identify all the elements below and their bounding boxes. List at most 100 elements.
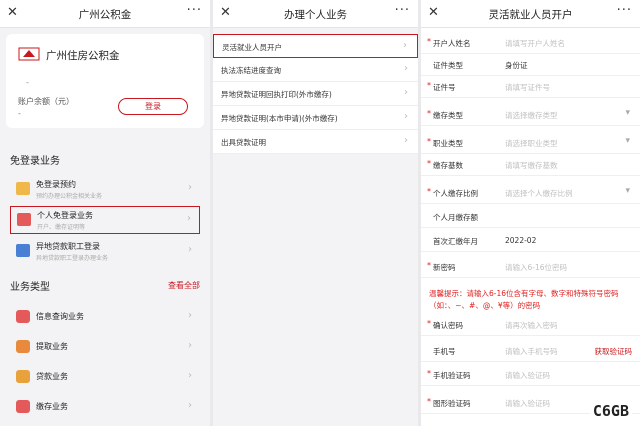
form-row[interactable]: * 缴存基数 请填写缴存基数 (421, 154, 640, 176)
free-item-offsite-login[interactable]: 异地贷款职工登录 异地贷款职工登录办理业务 › (10, 238, 200, 266)
required-mark: * (427, 187, 431, 196)
account-balance-label: 账户余额（元） (18, 97, 74, 106)
more-icon[interactable]: ··· (395, 3, 410, 18)
chevron-right-icon: › (403, 40, 407, 51)
brand-name: 广州住房公积金 (46, 50, 120, 62)
form-label: 职业类型 (433, 139, 463, 148)
form-input[interactable]: 请输入验证码 (505, 398, 550, 409)
type-item-label: 提取业务 (36, 342, 68, 351)
chevron-right-icon: › (187, 213, 191, 224)
chevron-right-icon: › (188, 340, 192, 351)
chevron-right-icon: › (404, 135, 408, 146)
form-row: 首次汇缴年月 2022-02 (421, 230, 640, 252)
form-value: 身份证 (505, 61, 528, 70)
required-mark: * (427, 159, 431, 168)
free-item-label: 免登录预约 (36, 180, 76, 189)
dropdown-arrow-icon[interactable]: ▾ (625, 136, 630, 146)
section-title-free: 免登录业务 (10, 156, 60, 167)
form-select[interactable]: 请选择缴存类型 (505, 110, 558, 121)
list-item-offsite-apply[interactable]: 异地贷款证明(本市申请)(外市缴存) › (213, 106, 418, 130)
form-input[interactable]: 请输入验证码 (505, 370, 550, 381)
chevron-right-icon: › (404, 87, 408, 98)
form-select[interactable]: 请选择个人缴存比例 (505, 188, 573, 199)
form-row: 证件类型 身份证 (421, 54, 640, 76)
chevron-right-icon: › (188, 370, 192, 381)
id-card-icon (16, 244, 30, 257)
dropdown-arrow-icon[interactable]: ▾ (625, 108, 630, 118)
free-item-sub: 开户、缴存证明等 (37, 224, 86, 231)
loan-icon (16, 370, 30, 383)
form-input[interactable]: 请填写证件号 (505, 82, 550, 93)
form-label: 个人月缴存额 (433, 213, 478, 222)
dropdown-arrow-icon[interactable]: ▾ (625, 186, 630, 196)
free-item-appointment[interactable]: 免登录预约 预约办理公积金相关业务 › (10, 176, 200, 204)
form-label: 首次汇缴年月 (433, 237, 478, 246)
type-item-loan[interactable]: 贷款业务 › (10, 364, 200, 390)
list-item-offsite-receipt[interactable]: 异地贷款证明回执打印(外市缴存) › (213, 82, 418, 106)
chevron-right-icon: › (188, 400, 192, 411)
form-input[interactable]: 请再次输入密码 (505, 320, 558, 331)
required-mark: * (427, 319, 431, 328)
form-row[interactable]: 手机号 请输入手机号码 获取验证码 (421, 340, 640, 362)
login-button[interactable]: 登录 (118, 98, 188, 115)
form-input[interactable]: 请输入6-16位密码 (505, 262, 567, 273)
form-label: 个人缴存比例 (433, 189, 478, 198)
flexible-account-open-panel: ✕ 灵活就业人员开户 ··· * 开户人姓名 请填写开户人姓名证件类型 身份证 * 证件号… (421, 0, 640, 426)
form-row[interactable]: * 确认密码 请再次输入密码 (421, 314, 640, 336)
form-label: 确认密码 (433, 321, 463, 330)
page-title: 灵活就业人员开户 (488, 9, 573, 21)
list-item-flexible-open[interactable]: 灵活就业人员开户 › (213, 34, 418, 58)
gz-fund-home-panel: ✕ 广州公积金 ··· 广州住房公积金 - 账户余额（元） - 登录 免登录业务… (0, 0, 210, 426)
get-sms-code-button[interactable]: 获取验证码 (595, 346, 633, 357)
chevron-right-icon: › (188, 310, 192, 321)
list-item-label: 异地贷款证明(本市申请)(外市缴存) (221, 114, 338, 123)
list-item-freeze-query[interactable]: 执法冻结进度查询 › (213, 58, 418, 82)
required-mark: * (427, 81, 431, 90)
personal-business-panel: ✕ 办理个人业务 ··· 灵活就业人员开户 › 执法冻结进度查询 › 异地贷款证… (213, 0, 418, 426)
deposit-icon (16, 400, 30, 413)
form-label: 新密码 (433, 263, 456, 272)
form-row[interactable]: * 开户人姓名 请填写开户人姓名 (421, 32, 640, 54)
list-item-label: 灵活就业人员开户 (222, 43, 282, 52)
title-bar: ✕ 灵活就业人员开户 ··· (421, 0, 640, 28)
type-item-withdraw[interactable]: 提取业务 › (10, 334, 200, 360)
form-row[interactable]: * 职业类型 请选择职业类型 ▾ (421, 132, 640, 154)
type-item-query[interactable]: 信息查询业务 › (10, 304, 200, 330)
section-title-types: 业务类型 (10, 282, 50, 293)
folder-icon (16, 182, 30, 195)
required-mark: * (427, 37, 431, 46)
chevron-right-icon: › (188, 244, 192, 255)
form-input[interactable]: 请填写缴存基数 (505, 160, 558, 171)
form-row[interactable]: * 个人缴存比例 请选择个人缴存比例 ▾ (421, 182, 640, 204)
form-input[interactable]: 请填写开户人姓名 (505, 38, 565, 49)
more-icon[interactable]: ··· (617, 3, 632, 18)
more-icon[interactable]: ··· (187, 3, 202, 18)
view-all-link[interactable]: 查看全部 (168, 280, 200, 291)
form-label: 手机验证码 (433, 371, 471, 380)
list-item-loan-proof[interactable]: 出具贷款证明 › (213, 130, 418, 154)
required-mark: * (427, 137, 431, 146)
form-value: 2022-02 (505, 236, 537, 245)
required-mark: * (427, 109, 431, 118)
form-row[interactable]: * 新密码 请输入6-16位密码 (421, 256, 640, 278)
form-label: 手机号 (433, 347, 456, 356)
wallet-icon (16, 340, 30, 353)
free-item-sub: 预约办理公积金相关业务 (36, 193, 103, 200)
page-title: 办理个人业务 (284, 9, 347, 21)
form-input[interactable]: 请输入手机号码 (505, 346, 558, 357)
form-row[interactable]: * 证件号 请填写证件号 (421, 76, 640, 98)
form-row[interactable]: * 缴存类型 请选择缴存类型 ▾ (421, 104, 640, 126)
page-title: 广州公积金 (78, 9, 132, 21)
search-icon (16, 310, 30, 323)
free-item-personal[interactable]: 个人免登录业务 开户、缴存证明等 › (10, 206, 200, 234)
list-item-label: 异地贷款证明回执打印(外市缴存) (221, 90, 332, 99)
title-bar: ✕ 广州公积金 ··· (0, 0, 210, 28)
account-card: 广州住房公积金 - 账户余额（元） - 登录 (6, 34, 204, 128)
type-item-label: 信息查询业务 (36, 312, 84, 321)
form-label: 证件类型 (433, 61, 463, 70)
required-mark: * (427, 369, 431, 378)
type-item-label: 贷款业务 (36, 372, 68, 381)
type-item-deposit[interactable]: 缴存业务 › (10, 394, 200, 420)
form-row[interactable]: * 手机验证码 请输入验证码 (421, 364, 640, 386)
form-select[interactable]: 请选择职业类型 (505, 138, 558, 149)
